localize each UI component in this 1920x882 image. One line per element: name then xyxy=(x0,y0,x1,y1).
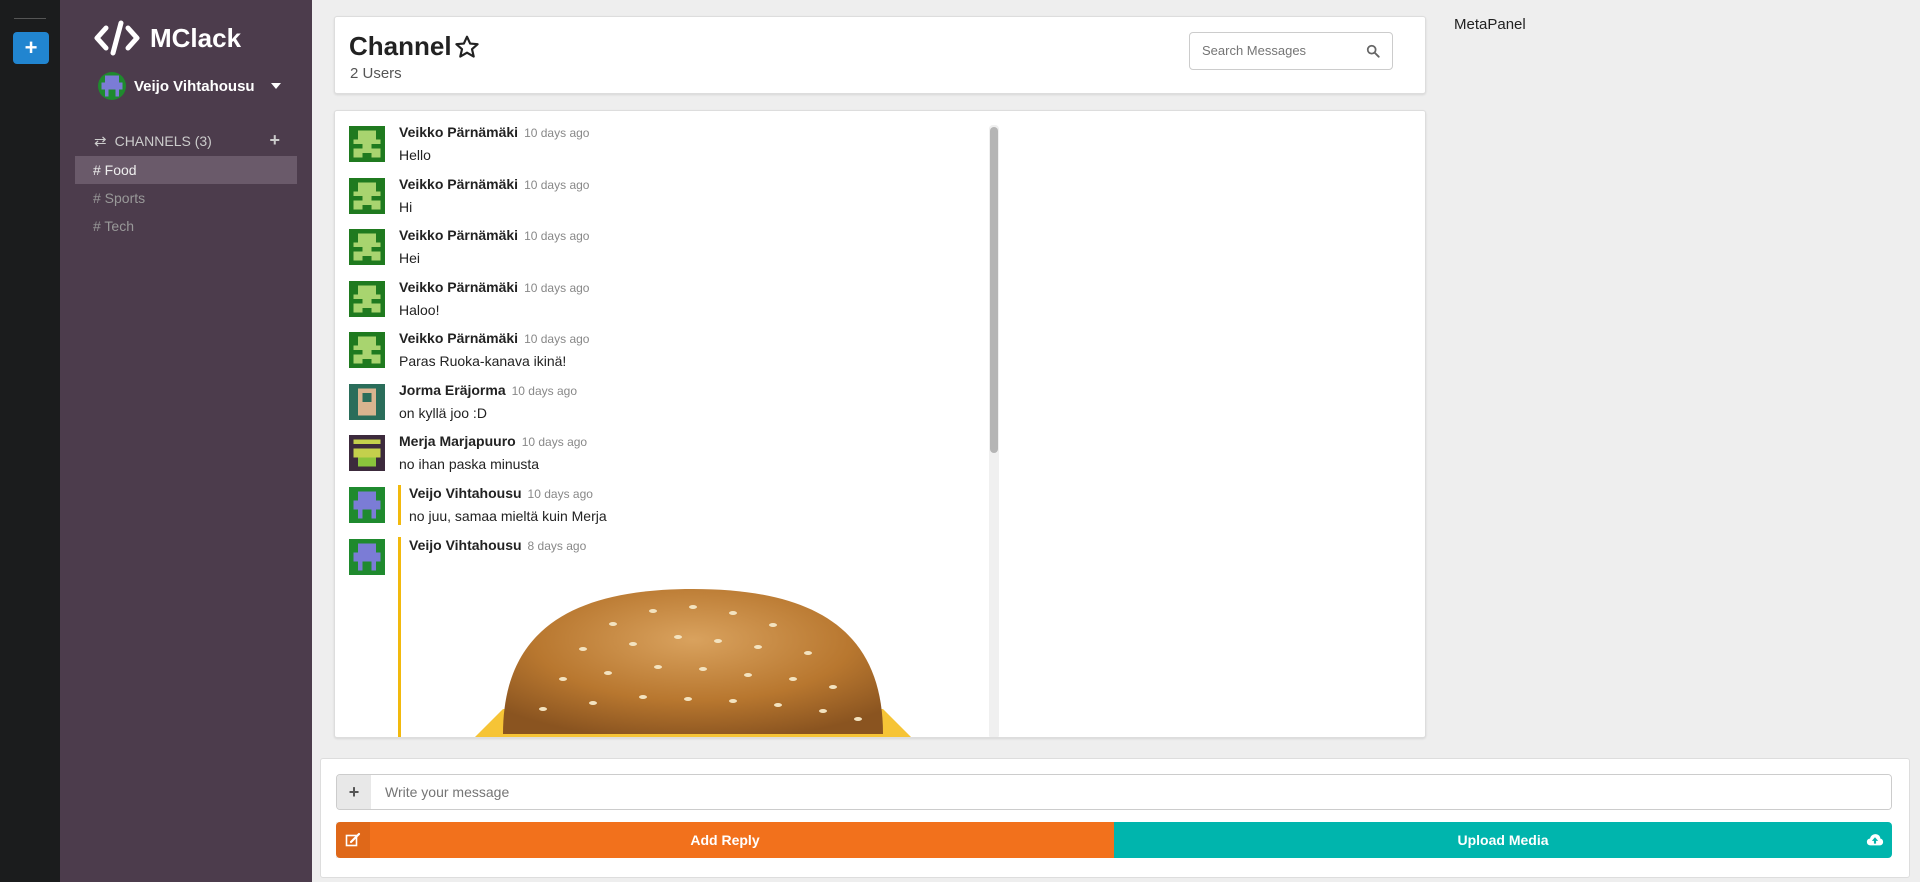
channel-title: Channel xyxy=(349,31,452,61)
avatar xyxy=(349,539,385,575)
avatar xyxy=(349,332,385,368)
own-message-marker xyxy=(398,485,401,525)
message-text: Hello xyxy=(399,147,431,163)
add-reply-button[interactable]: Add Reply xyxy=(336,822,1114,858)
message-author[interactable]: Merja Marjapuuro xyxy=(399,433,516,449)
channel-list: # Food # Sports # Tech xyxy=(75,156,297,240)
star-icon[interactable] xyxy=(454,34,480,60)
message-author[interactable]: Jorma Eräjorma xyxy=(399,382,506,398)
avatar xyxy=(349,178,385,214)
message-text: Hi xyxy=(399,199,413,215)
upload-media-button[interactable]: Upload Media xyxy=(1114,822,1892,858)
message-author[interactable]: Veikko Pärnämäki xyxy=(399,227,518,243)
cloud-upload-icon xyxy=(1866,834,1884,846)
add-team-button[interactable]: + xyxy=(13,32,49,64)
meta-panel-title: MetaPanel xyxy=(1454,16,1526,33)
message-author[interactable]: Veikko Pärnämäki xyxy=(399,279,518,295)
message-time: 10 days ago xyxy=(511,384,577,398)
add-reply-label: Add Reply xyxy=(690,832,760,848)
channel-item-sports[interactable]: # Sports xyxy=(75,184,297,212)
composer-buttons: Add Reply Upload Media xyxy=(336,822,1892,858)
search-input[interactable] xyxy=(1202,43,1362,58)
avatar xyxy=(98,72,126,100)
avatar xyxy=(349,229,385,265)
message-time: 10 days ago xyxy=(524,332,590,346)
message-input[interactable] xyxy=(371,775,1891,809)
brand-name: MClack xyxy=(150,22,242,53)
channel-header: Channel 2 Users xyxy=(334,16,1426,94)
caret-down-icon[interactable] xyxy=(270,83,281,89)
message-author[interactable]: Veijo Vihtahousu xyxy=(409,537,522,553)
user-name: Veijo Vihtahousu xyxy=(134,77,255,95)
team-rail: + xyxy=(0,0,60,882)
scrollbar-thumb[interactable] xyxy=(990,127,998,453)
channels-header: ⇄ CHANNELS (3) + xyxy=(94,130,280,151)
message-author[interactable]: Veikko Pärnämäki xyxy=(399,124,518,140)
message-time: 10 days ago xyxy=(524,281,590,295)
message-text: no juu, samaa mieltä kuin Merja xyxy=(409,508,607,524)
message-time: 8 days ago xyxy=(527,539,587,553)
message-time: 10 days ago xyxy=(524,178,590,192)
message-author[interactable]: Veikko Pärnämäki xyxy=(399,176,518,192)
channel-item-tech[interactable]: # Tech xyxy=(75,212,297,240)
message-text: Hei xyxy=(399,250,421,266)
message-author[interactable]: Veikko Pärnämäki xyxy=(399,330,518,346)
sidebar: MClack Veijo Vihtahousu ⇄ CHANNELS (3) +… xyxy=(60,0,312,882)
upload-media-label: Upload Media xyxy=(1457,832,1549,848)
message-text: no ihan paska minusta xyxy=(399,456,540,472)
message-author[interactable]: Veijo Vihtahousu xyxy=(409,485,522,501)
avatar xyxy=(349,435,385,471)
search-icon[interactable] xyxy=(1366,44,1380,58)
brand: MClack xyxy=(94,20,241,56)
message-text: Haloo! xyxy=(399,302,440,318)
code-icon xyxy=(94,20,140,56)
message-text: on kyllä joo :D xyxy=(399,405,487,421)
message-text: Paras Ruoka-kanava ikinä! xyxy=(399,353,567,369)
avatar xyxy=(349,281,385,317)
avatar xyxy=(349,126,385,162)
search-box xyxy=(1189,32,1393,70)
avatar xyxy=(349,384,385,420)
own-message-marker xyxy=(398,537,401,737)
message-time: 10 days ago xyxy=(524,126,590,140)
channel-item-food[interactable]: # Food xyxy=(75,156,297,184)
user-menu[interactable]: Veijo Vihtahousu xyxy=(98,72,281,100)
add-channel-icon[interactable]: + xyxy=(269,130,280,151)
message-time: 10 days ago xyxy=(521,435,588,449)
hamburger-image[interactable] xyxy=(413,569,973,738)
exchange-icon: ⇄ xyxy=(94,132,107,150)
message-time: 10 days ago xyxy=(527,487,593,501)
user-count: 2 Users xyxy=(350,65,402,82)
plus-icon[interactable]: + xyxy=(337,775,371,809)
rail-divider xyxy=(14,18,46,19)
message-time: 10 days ago xyxy=(524,229,590,243)
message-composer: + Add Reply Upload Media xyxy=(320,758,1910,878)
message-list: Veikko Pärnämäki 10 days ago Hello Veikko… xyxy=(334,110,1426,738)
avatar xyxy=(349,487,385,523)
edit-icon xyxy=(336,822,370,858)
channels-label: CHANNELS (3) xyxy=(114,132,212,149)
message-input-row: + xyxy=(336,774,1892,810)
